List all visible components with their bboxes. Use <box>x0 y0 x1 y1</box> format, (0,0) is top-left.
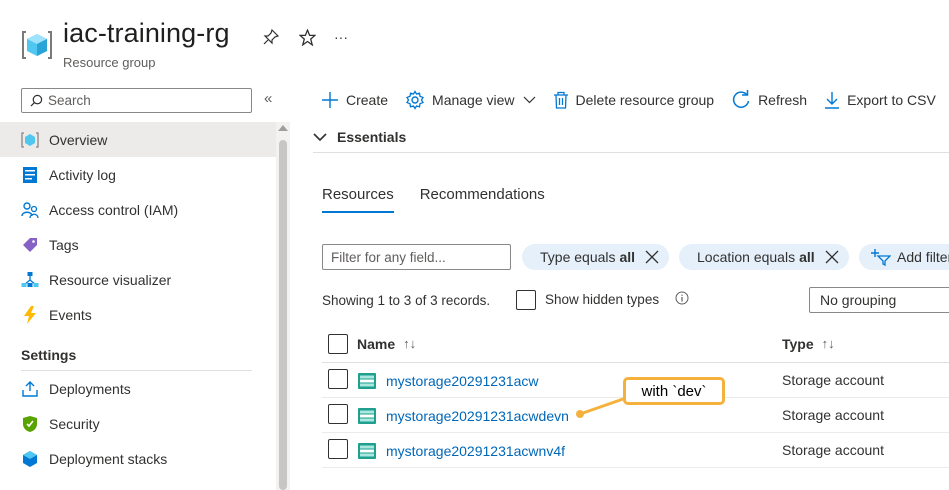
callout-annotation: with `dev` <box>623 377 725 405</box>
page-title: iac-training-rg <box>63 18 230 48</box>
column-header-name[interactable]: Name ↑↓ <box>357 336 416 352</box>
overview-icon <box>21 131 39 149</box>
sidebar-item-label: Security <box>49 415 100 432</box>
column-header-type[interactable]: Type ↑↓ <box>782 336 835 352</box>
row-checkbox[interactable] <box>328 439 348 459</box>
download-icon <box>825 92 840 109</box>
search-icon <box>30 94 43 107</box>
select-all-checkbox[interactable] <box>328 334 348 354</box>
scrollbar-thumb[interactable] <box>279 140 287 490</box>
info-icon[interactable] <box>675 291 689 310</box>
sidebar-item-tags[interactable]: Tags <box>0 227 276 262</box>
filter-input[interactable] <box>322 244 511 270</box>
sidebar-item-label: Deployment stacks <box>49 450 168 467</box>
sidebar-item-resource-visualizer[interactable]: Resource visualizer <box>0 262 276 297</box>
sidebar-item-security[interactable]: Security <box>0 406 276 441</box>
sidebar-item-deployment-stacks[interactable]: Deployment stacks <box>0 441 276 476</box>
tab-bar: Resources Recommendations <box>322 186 571 213</box>
pin-icon[interactable] <box>260 26 282 48</box>
delete-resource-group-button[interactable]: Delete resource group <box>553 91 714 109</box>
storage-account-icon <box>358 408 376 429</box>
favorite-star-icon[interactable] <box>296 26 318 48</box>
location-filter-pill[interactable]: Location equals all <box>679 244 849 270</box>
page-header: iac-training-rg Resource group ··· <box>0 0 949 82</box>
manage-view-button[interactable]: Manage view <box>405 90 536 110</box>
add-filter-button[interactable]: Add filter <box>859 244 949 270</box>
essentials-label: Essentials <box>337 129 407 145</box>
command-bar: Create Manage view Delete resource group… <box>290 82 949 118</box>
more-options-icon[interactable]: ··· <box>330 26 352 48</box>
resource-link[interactable]: mystorage20291231acwdevn <box>386 408 569 424</box>
storage-account-icon <box>358 373 376 394</box>
plus-icon <box>322 92 338 108</box>
activity-log-icon <box>21 166 39 184</box>
deploy-icon <box>21 380 39 398</box>
sidebar-item-label: Resource visualizer <box>49 271 172 288</box>
show-hidden-types-checkbox[interactable] <box>516 290 536 310</box>
sidebar-item-label: Deployments <box>49 380 131 397</box>
collapse-sidebar-button[interactable]: « <box>264 90 272 107</box>
records-count: Showing 1 to 3 of 3 records. <box>322 293 491 308</box>
table-header: Name ↑↓ Type ↑↓ <box>322 325 949 363</box>
chevron-down-icon <box>313 132 327 141</box>
storage-account-icon <box>358 443 376 464</box>
row-checkbox[interactable] <box>328 404 348 424</box>
sidebar-item-overview[interactable]: Overview <box>0 122 276 157</box>
sidebar-item-label: Overview <box>49 131 108 148</box>
resource-link[interactable]: mystorage20291231acwnv4f <box>386 443 565 459</box>
visualizer-icon <box>21 271 39 289</box>
trash-icon <box>553 91 568 109</box>
sidebar-item-label: Tags <box>49 236 79 253</box>
essentials-toggle[interactable]: Essentials <box>313 122 949 153</box>
row-checkbox[interactable] <box>328 369 348 389</box>
sort-icon: ↑↓ <box>403 336 417 351</box>
resource-type: Storage account <box>782 407 884 423</box>
page-subtitle: Resource group <box>63 55 156 70</box>
table-row: mystorage20291231acwnv4f Storage account <box>322 433 949 468</box>
add-filter-icon <box>871 249 891 266</box>
sidebar-item-label: Activity log <box>49 166 116 183</box>
refresh-button[interactable]: Refresh <box>731 90 807 110</box>
type-filter-pill[interactable]: Type equals all <box>522 244 670 270</box>
sidebar-search[interactable] <box>21 88 252 113</box>
gear-icon <box>406 90 424 110</box>
sidebar-item-activity-log[interactable]: Activity log <box>0 157 276 192</box>
resource-link[interactable]: mystorage20291231acw <box>386 373 539 389</box>
sidebar-item-label: Events <box>49 306 92 323</box>
sidebar-search-input[interactable] <box>48 93 228 108</box>
resource-type: Storage account <box>782 372 884 388</box>
export-csv-button[interactable]: Export to CSV <box>824 91 936 109</box>
grouping-dropdown[interactable]: No grouping <box>809 287 949 313</box>
sidebar-nav: Overview Activity log Access control (IA… <box>0 122 276 476</box>
chevron-down-icon <box>523 96 535 104</box>
sidebar-item-iam[interactable]: Access control (IAM) <box>0 192 276 227</box>
sidebar-item-events[interactable]: Events <box>0 297 276 332</box>
scroll-up-arrow-icon[interactable] <box>278 125 288 131</box>
sort-icon: ↑↓ <box>821 336 835 351</box>
stack-icon <box>21 450 39 468</box>
iam-icon <box>21 201 39 219</box>
create-button[interactable]: Create <box>321 91 388 109</box>
sidebar-section-settings: Settings <box>21 347 77 363</box>
show-hidden-types-label: Show hidden types <box>545 292 660 307</box>
close-icon[interactable] <box>825 250 839 264</box>
tab-resources[interactable]: Resources <box>322 186 394 213</box>
lightning-icon <box>21 305 39 324</box>
close-icon[interactable] <box>645 250 659 264</box>
refresh-icon <box>732 90 750 108</box>
tag-icon <box>21 236 39 254</box>
sidebar-scrollbar[interactable] <box>276 122 290 490</box>
sidebar-item-deployments[interactable]: Deployments <box>0 371 276 406</box>
sidebar-item-label: Access control (IAM) <box>49 201 179 218</box>
resource-group-icon <box>20 28 54 62</box>
resource-type: Storage account <box>782 442 884 458</box>
shield-icon <box>21 415 39 433</box>
sidebar: « Overview Activity log Access control (… <box>0 82 290 490</box>
tab-recommendations[interactable]: Recommendations <box>420 186 545 213</box>
